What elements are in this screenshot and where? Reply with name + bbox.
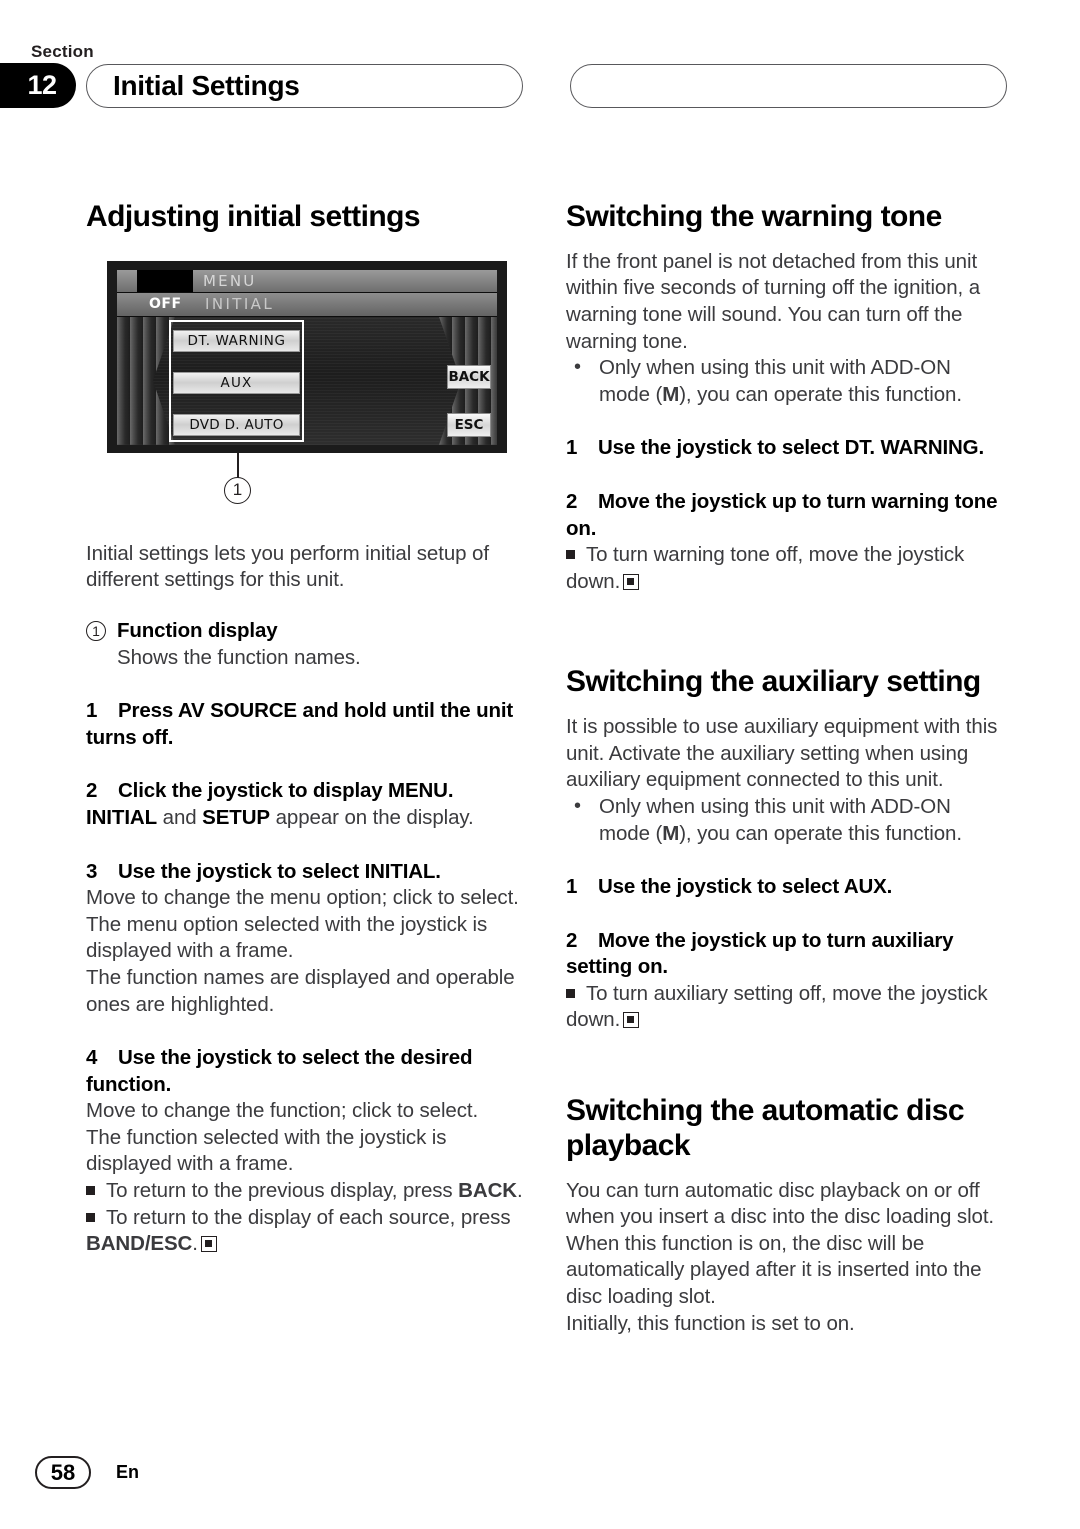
heading-adjusting-initial-settings: Adjusting initial settings <box>86 200 421 233</box>
step-4-para-1: Move to change the function; click to se… <box>86 1099 479 1123</box>
step-4-bullet-2-bold: BAND/ESC <box>86 1232 193 1256</box>
lcd-button-dt-warning: DT. WARNING <box>173 329 300 352</box>
step-2: 2 Click the joystick to display MENU. <box>86 778 523 805</box>
warning-step-2-number: 2 <box>566 489 578 513</box>
step-2-post: appear on the display. <box>270 805 474 829</box>
warning-step-1-title: Use the joystick to select DT. WARNING. <box>598 436 985 460</box>
auxiliary-body: It is possible to use auxiliary equipmen… <box>566 715 998 792</box>
warning-step-1-number: 1 <box>566 436 578 460</box>
disc-playback-body-2: Initially, this function is set to on. <box>566 1311 855 1335</box>
heading-switching-automatic-disc-playback: Switching the automatic disc playback <box>566 1094 965 1162</box>
lcd-button-aux: AUX <box>173 371 300 394</box>
step-1: 1 Press AV SOURCE and hold until the unit… <box>86 698 523 751</box>
intro-paragraph: Initial settings lets you perform initia… <box>86 541 489 592</box>
lcd-off-label: OFF <box>149 295 182 312</box>
lcd-display: MENU OFF INITIAL DT. WARNING AUX DVD D. … <box>107 260 507 453</box>
heading-switching-warning-tone: Switching the warning tone <box>566 200 942 233</box>
auxiliary-step-2-number: 2 <box>566 928 578 952</box>
lcd-button-back: BACK <box>447 364 491 389</box>
warning-tone-note-bold: M <box>662 382 680 406</box>
step-4-number: 4 <box>86 1046 98 1070</box>
language-label: En <box>116 1462 140 1482</box>
step-1-title: Press AV SOURCE and hold until the unit … <box>86 699 514 749</box>
warning-step-2-title: Move the joystick up to turn warning ton… <box>566 489 998 540</box>
warning-step-2: 2 Move the joystick up to turn warning to… <box>566 489 1007 542</box>
page-header: Section 12 Initial Settings <box>0 0 1080 140</box>
step-3-para-2: The menu option selected with the joysti… <box>86 912 488 963</box>
step-4-bullet-1-pre: To return to the previous display, press <box>106 1179 459 1203</box>
step-1-number: 1 <box>86 699 98 723</box>
section-label: Section <box>31 42 94 61</box>
step-4-bullet-2-post: . <box>192 1232 198 1256</box>
auxiliary-note-bold: M <box>662 821 680 845</box>
step-2-mid: and <box>157 805 203 829</box>
lcd-button-esc: ESC <box>447 412 491 437</box>
callout-item-label: Function display <box>117 618 278 642</box>
page-footer: 58 En <box>35 1456 139 1489</box>
right-column: Switching the warning tone If the front … <box>566 200 1007 1337</box>
square-bullet-icon <box>86 1212 95 1222</box>
step-2-body: INITIAL and SETUP appear on the display. <box>86 805 523 832</box>
end-of-section-icon <box>623 573 640 590</box>
auxiliary-sub-bullet: To turn auxiliary setting off, move the … <box>566 981 1007 1034</box>
lcd-screen: MENU OFF INITIAL DT. WARNING AUX DVD D. … <box>117 269 497 445</box>
page-title: Initial Settings <box>113 70 300 101</box>
warning-tone-body: If the front panel is not detached from … <box>566 249 980 353</box>
page-number: 58 <box>35 1456 91 1489</box>
callout-item-desc: Shows the function names. <box>117 645 361 669</box>
auxiliary-note-post: ), you can operate this function. <box>679 821 962 845</box>
section-number-badge: 12 <box>0 63 76 108</box>
square-bullet-icon <box>566 550 575 560</box>
warning-tone-note-post: ), you can operate this function. <box>679 382 962 406</box>
step-4-bullet-2: To return to the display of each source,… <box>86 1205 523 1258</box>
step-2-title: Click the joystick to display MENU. <box>118 779 454 803</box>
auxiliary-step-2: 2 Move the joystick up to turn auxiliary … <box>566 928 1007 981</box>
step-3: 3 Use the joystick to select INITIAL. <box>86 859 523 886</box>
step-4-bullet-2-pre: To return to the display of each source,… <box>106 1205 511 1229</box>
warning-tone-sub-bullet: To turn warning tone off, move the joyst… <box>566 542 1007 595</box>
step-4-bullet-1-post: . <box>517 1179 523 1203</box>
disc-playback-body: You can turn automatic disc playback on … <box>566 1178 995 1309</box>
lcd-initial-row: OFF INITIAL <box>117 292 497 316</box>
step-2-bold-setup: SETUP <box>202 805 271 829</box>
callout-leader-line <box>237 452 239 478</box>
callout-marker-1: 1 <box>224 476 251 504</box>
lcd-left-texture <box>117 316 175 445</box>
step-2-number: 2 <box>86 779 98 803</box>
lcd-figure: MENU OFF INITIAL DT. WARNING AUX DVD D. … <box>107 260 507 504</box>
lcd-initial-label: INITIAL <box>205 294 275 313</box>
square-bullet-icon <box>86 1186 95 1196</box>
end-of-section-icon <box>623 1012 640 1029</box>
page-title-pill: Initial Settings <box>86 64 523 108</box>
callout-item-marker: 1 <box>86 620 106 641</box>
step-2-bold-initial: INITIAL <box>86 805 158 829</box>
auxiliary-step-1-title: Use the joystick to select AUX. <box>598 875 893 899</box>
lcd-menu-black-block <box>137 269 193 292</box>
header-pill-right <box>570 64 1007 108</box>
step-3-number: 3 <box>86 859 98 883</box>
lcd-menu-row: MENU <box>117 269 497 292</box>
step-4-para-2: The function selected with the joystick … <box>86 1125 447 1176</box>
square-bullet-icon <box>566 988 575 998</box>
auxiliary-step-1-number: 1 <box>566 875 578 899</box>
step-4: 4 Use the joystick to select the desired … <box>86 1045 523 1098</box>
auxiliary-step-1: 1 Use the joystick to select AUX. <box>566 874 1007 901</box>
auxiliary-note: Only when using this unit with ADD-ON mo… <box>566 793 1007 847</box>
lcd-body: DT. WARNING AUX DVD D. AUTO BACK ESC <box>117 316 497 445</box>
step-3-para-3: The function names are displayed and ope… <box>86 965 515 1016</box>
step-3-para-1: Move to change the menu option; click to… <box>86 886 519 910</box>
step-4-title: Use the joystick to select the desired f… <box>86 1046 473 1096</box>
heading-switching-auxiliary-setting: Switching the auxiliary setting <box>566 665 981 699</box>
warning-step-1: 1 Use the joystick to select DT. WARNING. <box>566 435 1007 462</box>
step-4-bullet-1-bold: BACK <box>458 1179 517 1203</box>
auxiliary-step-2-title: Move the joystick up to turn auxiliary s… <box>566 928 954 979</box>
step-4-bullet-1: To return to the previous display, press… <box>86 1178 523 1205</box>
lcd-menu-label: MENU <box>203 271 257 290</box>
callout-item-title: 1 Function display <box>86 618 523 645</box>
warning-tone-note: Only when using this unit with ADD-ON mo… <box>566 354 1007 408</box>
left-column: Adjusting initial settings MENU OFF INIT… <box>86 200 523 1258</box>
step-3-title: Use the joystick to select INITIAL. <box>118 859 441 883</box>
end-of-section-icon <box>200 1236 217 1253</box>
lcd-button-dvd-d-auto: DVD D. AUTO <box>173 413 300 436</box>
